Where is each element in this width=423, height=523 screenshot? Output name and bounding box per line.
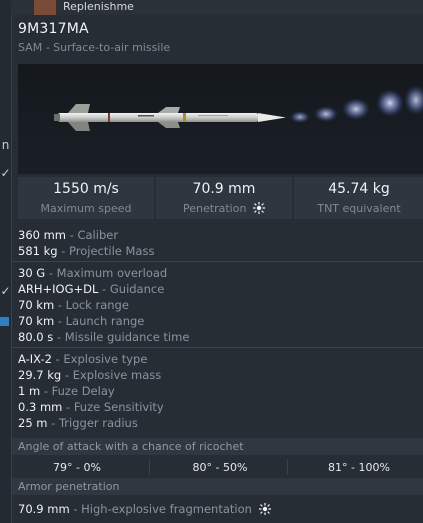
- side-panel-check-icon: ✓: [0, 166, 11, 180]
- penetration-value: 70.9 mm: [192, 181, 256, 197]
- penetration-label-wrap: Penetration: [156, 202, 292, 215]
- lock-range-label: - Lock range: [54, 298, 129, 312]
- ricochet-cell: 80° - 50%: [192, 461, 248, 474]
- guidance-value: ARH+IOG+DL: [18, 282, 99, 296]
- fuze-delay-row: 1 m - Fuze Delay: [18, 384, 115, 398]
- side-panel-check-icon: ✓: [0, 284, 11, 298]
- launch-range-value: 70 km: [18, 314, 55, 328]
- divider: [12, 261, 423, 262]
- caliber-value: 360 mm: [18, 228, 67, 242]
- max-overload-value: 30 G: [18, 266, 46, 280]
- trigger-radius-value: 25 m: [18, 416, 48, 430]
- max-overload-row: 30 G - Maximum overload: [18, 266, 167, 280]
- caliber-label: - Caliber: [66, 228, 119, 242]
- fuze-delay-label: - Fuze Delay: [40, 384, 115, 398]
- missile-render: [18, 64, 423, 174]
- tnt-equivalent-stat: 45.74 kg TNT equivalent: [294, 177, 423, 219]
- explosive-type-label: - Explosive type: [51, 352, 148, 366]
- fuze-sensitivity-value: 0.3 mm: [18, 400, 63, 414]
- background-header: Replenishme: [11, 0, 423, 15]
- max-overload-label: - Maximum overload: [45, 266, 168, 280]
- launch-range-label: - Launch range: [54, 314, 145, 328]
- fuze-delay-value: 1 m: [18, 384, 41, 398]
- armor-penetration-label: - High-explosive fragmentation: [69, 502, 252, 516]
- max-speed-stat: 1550 m/s Maximum speed: [18, 177, 154, 219]
- column-separator: [149, 459, 150, 475]
- projectile-mass-value: 581 kg: [18, 244, 58, 258]
- projectile-mass-label: - Projectile Mass: [57, 244, 155, 258]
- missile-illustration: [54, 85, 423, 131]
- launch-range-row: 70 km - Launch range: [18, 314, 144, 328]
- guidance-time-value: 80.0 s: [18, 330, 54, 344]
- guidance-time-row: 80.0 s - Missile guidance time: [18, 330, 189, 344]
- ricochet-cell: 79° - 0%: [53, 461, 101, 474]
- fuze-sensitivity-row: 0.3 mm - Fuze Sensitivity: [18, 400, 164, 414]
- tnt-equivalent-label: TNT equivalent: [317, 202, 401, 215]
- side-panel-selection-marker: [0, 317, 9, 326]
- penetration-label: Penetration: [183, 202, 247, 215]
- guidance-label: - Guidance: [98, 282, 165, 296]
- explosive-mass-row: 29.7 kg - Explosive mass: [18, 368, 161, 382]
- armor-penetration-row: 70.9 mm - High-explosive fragmentation: [18, 502, 271, 516]
- caliber-row: 360 mm - Caliber: [18, 228, 118, 242]
- background-side-panel: [0, 0, 11, 523]
- guidance-time-label: - Missile guidance time: [53, 330, 190, 344]
- max-speed-label: Maximum speed: [40, 202, 132, 215]
- ricochet-heading: Angle of attack with a chance of ricoche…: [12, 438, 423, 455]
- armor-penetration-value: 70.9 mm: [18, 502, 70, 516]
- penetration-stat: 70.9 mm Penetration: [156, 177, 292, 219]
- armor-penetration-heading: Armor penetration: [12, 478, 423, 495]
- tnt-equivalent-value: 45.74 kg: [328, 181, 390, 197]
- ricochet-cell: 81° - 100%: [328, 461, 390, 474]
- divider: [12, 347, 423, 348]
- ammo-tooltip: 9M317MA SAM - Surface-to-air missile 155…: [11, 15, 423, 523]
- lock-range-row: 70 km - Lock range: [18, 298, 129, 312]
- replenishment-label: Replenishme: [63, 0, 134, 13]
- lock-range-value: 70 km: [18, 298, 55, 312]
- guidance-row: ARH+IOG+DL - Guidance: [18, 282, 164, 296]
- column-separator: [287, 459, 288, 475]
- explosive-mass-value: 29.7 kg: [18, 368, 62, 382]
- explosive-mass-label: - Explosive mass: [61, 368, 162, 382]
- trigger-radius-row: 25 m - Trigger radius: [18, 416, 138, 430]
- max-speed-value: 1550 m/s: [53, 181, 119, 197]
- ammo-subtitle: SAM - Surface-to-air missile: [18, 41, 171, 54]
- trigger-radius-label: - Trigger radius: [47, 416, 138, 430]
- avatar: [33, 0, 57, 15]
- fuze-sensitivity-label: - Fuze Sensitivity: [62, 400, 164, 414]
- projectile-mass-row: 581 kg - Projectile Mass: [18, 244, 154, 258]
- ammo-title: 9M317MA: [18, 21, 89, 37]
- fragmentation-icon: [258, 503, 271, 515]
- explosive-type-value: A-IX-2: [18, 352, 52, 366]
- side-panel-letter: n: [1, 138, 10, 152]
- explosive-type-row: A-IX-2 - Explosive type: [18, 352, 147, 366]
- fragmentation-icon: [252, 202, 265, 214]
